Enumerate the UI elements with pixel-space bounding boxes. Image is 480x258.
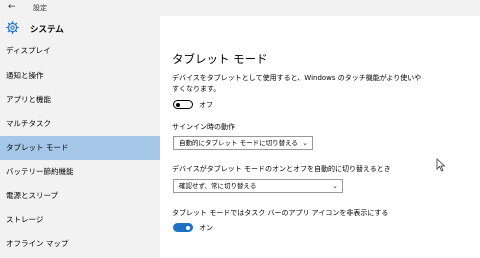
sidebar-item-label: ディスプレイ [6,46,51,55]
back-arrow-icon[interactable]: ← [8,2,16,12]
chevron-down-icon: ⌄ [332,182,338,190]
signin-behavior-value: 自動的にタブレット モードに切り替える [179,139,298,147]
mouse-pointer-icon [436,158,446,172]
auto-switch-label: デバイスがタブレット モードのオンとオフを自動的に切り替えるとき [172,165,391,173]
signin-behavior-label: サインイン時の動作 [172,123,235,131]
sidebar-item-label: ストレージ [6,215,44,224]
signin-behavior-dropdown[interactable]: 自動的にタブレット モードに切り替える ⌄ [173,136,313,150]
tablet-mode-toggle[interactable] [173,100,193,109]
auto-switch-value: 確認せず、常に切り替える [179,182,257,190]
sidebar-item-label: アプリと機能 [6,95,51,104]
sidebar-item-label: タブレット モード [6,143,69,152]
tablet-mode-toggle-state: オフ [199,101,213,109]
auto-switch-dropdown[interactable]: 確認せず、常に切り替える ⌄ [173,179,343,193]
page-title: タブレット モード [172,52,268,66]
toggle-knob [176,102,180,107]
sidebar-item-label: オフライン マップ [6,239,69,248]
sidebar-item-multitasking[interactable]: マルチタスク [0,112,160,136]
main-panel: タブレット モード デバイスをタブレットとして使用すると、Windows のタッ… [160,16,480,258]
sidebar-item-label: 電源とスリープ [6,191,59,200]
sidebar-item-apps[interactable]: アプリと機能 [0,88,160,112]
sidebar-item-tablet-mode[interactable]: タブレット モード [0,136,160,160]
app-title: 設定 [33,4,47,12]
sidebar-item-label: 通知と操作 [6,71,44,80]
chevron-down-icon: ⌄ [302,139,308,147]
sidebar-item-power-sleep[interactable]: 電源とスリープ [0,184,160,208]
sidebar-item-label: マルチタスク [6,119,51,128]
toggle-knob [186,225,190,230]
hide-taskbar-icons-toggle[interactable] [173,223,193,232]
tablet-mode-description: デバイスをタブレットとして使用すると、Windows のタッチ機能がより使いやす… [172,74,422,93]
sidebar: システム ディスプレイ 通知と操作 アプリと機能 マルチタスク タブレット モー… [0,16,160,258]
hide-taskbar-icons-label: タブレット モードではタスク バーのアプリ アイコンを非表示にする [172,209,389,217]
title-bar: ← 設定 [0,0,480,16]
system-title: システム [30,25,64,35]
sidebar-item-notifications[interactable]: 通知と操作 [0,64,160,88]
sidebar-item-battery-saver[interactable]: バッテリー節約機能 [0,160,160,184]
gear-icon [6,21,19,34]
sidebar-item-storage[interactable]: ストレージ [0,208,160,232]
hide-taskbar-icons-toggle-state: オン [199,224,213,232]
sidebar-item-display[interactable]: ディスプレイ [0,39,160,63]
sidebar-item-label: バッテリー節約機能 [6,167,74,176]
system-header: システム [0,16,160,40]
sidebar-item-offline-maps[interactable]: オフライン マップ [0,232,160,256]
